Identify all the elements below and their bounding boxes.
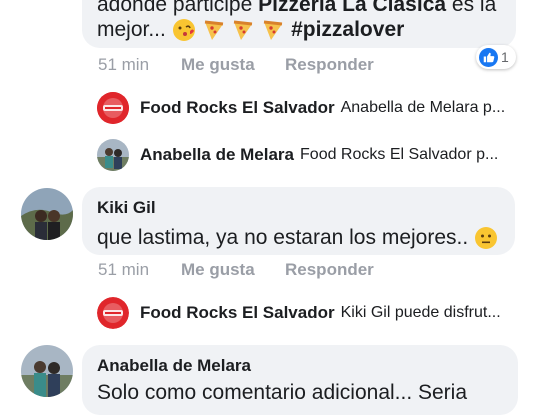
comment-author[interactable]: Kiki Gil [97,198,156,218]
reply-preview: Food Rocks El Salvador p... [300,146,499,163]
comment-text-prefix: adonde participe [97,0,259,16]
comment-author[interactable]: Anabella de Melara [97,356,251,376]
food-rocks-logo-icon [97,92,129,124]
kissing-face-emoji-icon [172,19,195,42]
reply-author[interactable]: Food Rocks El Salvador [140,98,335,118]
reply-preview: Anabella de Melara p... [340,99,506,116]
avatar-food-rocks[interactable] [97,297,129,329]
reply-item[interactable]: Food Rocks El Salvador Kiki Gil puede di… [140,293,501,333]
comment-text-suffix: es la [446,0,497,16]
avatar-food-rocks[interactable] [97,92,129,124]
reply-item[interactable]: Anabella de Melara Food Rocks El Salvado… [140,135,498,175]
kiki-gil-photo-icon [21,188,73,240]
avatar-kiki-gil[interactable] [21,188,73,240]
avatar-anabella[interactable] [21,345,73,397]
food-rocks-logo-icon [97,297,129,329]
like-reaction-icon [479,47,498,67]
pizzeria-name: Pizzeria La Clásica [258,0,447,16]
anabella-photo-icon [21,345,73,397]
hashtag-link[interactable]: #pizzalover [291,18,404,41]
anabella-photo-icon [97,139,129,171]
pizza-emoji-icon [234,20,253,41]
reply-item[interactable]: Food Rocks El Salvador Anabella de Melar… [140,88,505,128]
like-button[interactable]: Me gusta [181,260,255,280]
neutral-face-emoji-icon [475,227,498,250]
reply-button[interactable]: Responder [285,55,374,75]
comment-text-body: que lastima, ya no estaran los mejores.. [97,226,475,249]
comment-time: 51 min [98,260,150,279]
comment-text-mejor: mejor... [97,18,172,41]
comment-text: que lastima, ya no estaran los mejores.. [97,224,498,251]
reply-author[interactable]: Anabella de Melara [140,145,294,165]
reply-button[interactable]: Responder [285,260,374,280]
comment-time: 51 min [98,55,150,74]
avatar-anabella[interactable] [97,139,129,171]
reaction-badge[interactable]: 1 [476,45,516,69]
reply-author[interactable]: Food Rocks El Salvador [140,303,335,323]
reaction-count: 1 [501,49,509,65]
comment-text-line2: mejor... #pizzalover [97,16,404,43]
like-button[interactable]: Me gusta [181,55,255,75]
pizza-emoji-icon [264,20,283,41]
comment-text: Solo como comentario adicional... Seria [97,381,468,404]
reply-preview: Kiki Gil puede disfrut... [340,304,501,321]
pizza-emoji-icon [204,20,223,41]
